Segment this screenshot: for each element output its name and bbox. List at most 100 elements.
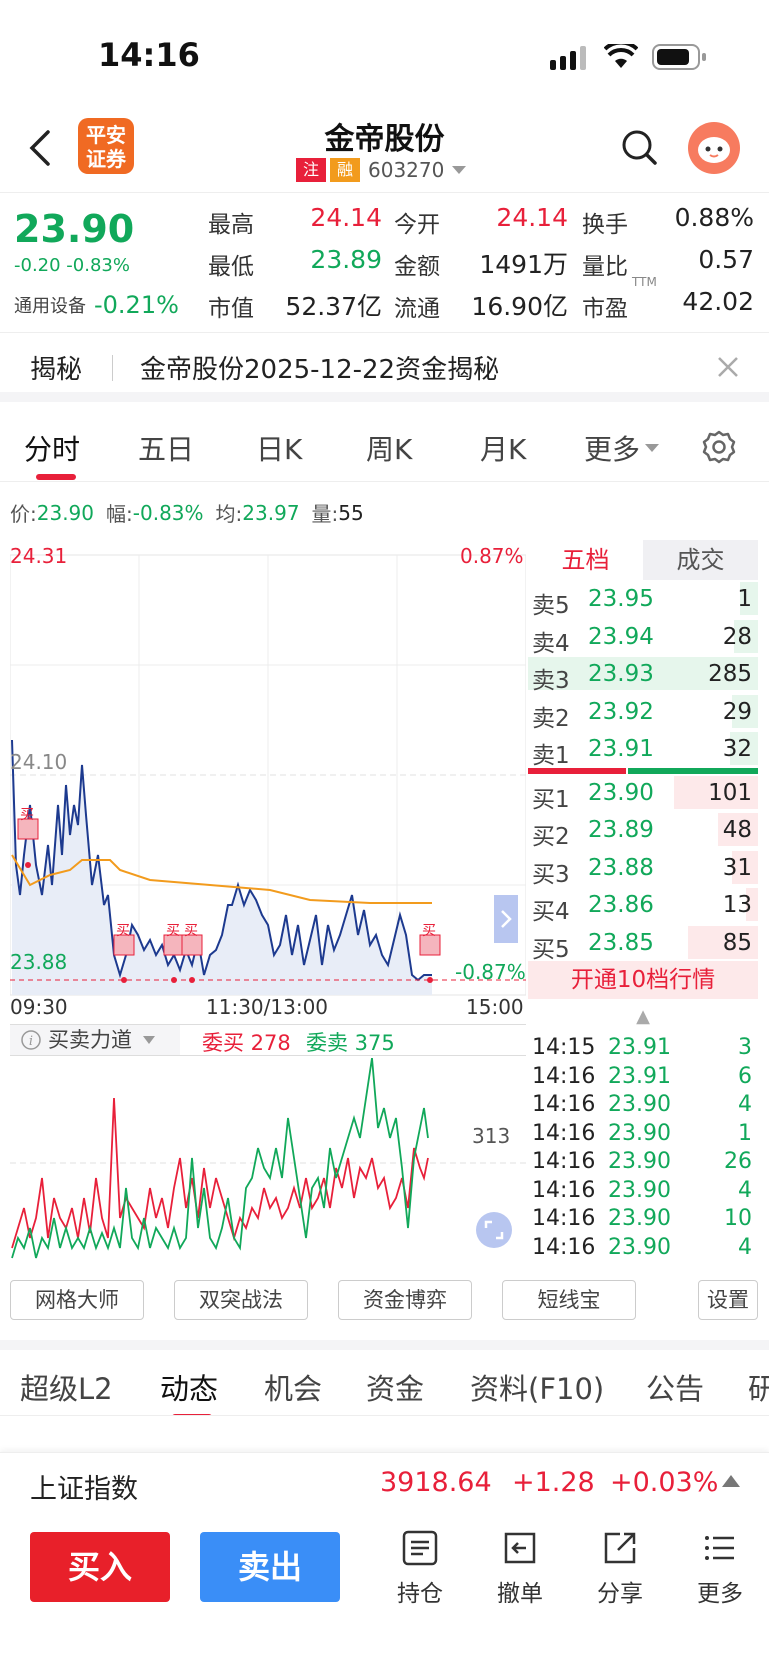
- tab-five-levels[interactable]: 五档: [528, 540, 643, 580]
- indicator-selector[interactable]: i 买卖力道: [10, 1025, 180, 1055]
- chevron-down-icon: [645, 444, 660, 452]
- tab-intraday[interactable]: 分时: [24, 428, 80, 468]
- market-cap-label: 市值: [208, 296, 254, 322]
- more-button[interactable]: 更多: [680, 1528, 760, 1608]
- period-tabs: 分时 五日 日K 周K 月K 更多: [0, 412, 769, 482]
- ask-volume: 28: [722, 623, 752, 650]
- cancel-order-button[interactable]: 撤单: [480, 1528, 560, 1608]
- search-icon[interactable]: [620, 128, 658, 166]
- info-icon[interactable]: i: [20, 1029, 42, 1051]
- double-breakout-button[interactable]: 双突战法: [174, 1280, 308, 1320]
- bid-price: 23.90: [588, 779, 654, 806]
- fullscreen-button[interactable]: [476, 1212, 512, 1248]
- tab-weekly-k[interactable]: 周K: [366, 428, 412, 468]
- fund-game-button[interactable]: 资金博弈: [338, 1280, 472, 1320]
- price-change: -0.20 -0.83%: [14, 255, 130, 276]
- tab-trades[interactable]: 成交: [643, 540, 758, 580]
- bid-label: 买3: [532, 861, 570, 888]
- menu-icon: [705, 1536, 734, 1560]
- indicator-header: i 买卖力道 委买 278 委卖 375: [10, 1024, 526, 1056]
- trade-row: 14:16 23.90 4: [528, 1178, 758, 1207]
- float-cap-label: 流通: [394, 296, 440, 322]
- battery-icon: [652, 44, 706, 70]
- tab-more[interactable]: 更多: [584, 428, 660, 468]
- tab-more-label: 更多: [584, 433, 641, 466]
- upgrade-10-level-button[interactable]: 开通10档行情: [528, 961, 758, 999]
- buy-button[interactable]: 买入: [30, 1532, 170, 1602]
- average-label: 均:: [215, 502, 243, 526]
- tab-daily-k[interactable]: 日K: [256, 428, 302, 468]
- trade-volume: 4: [738, 1177, 752, 1203]
- reveal-banner[interactable]: 揭秘 金帝股份2025-12-22资金揭秘: [0, 332, 769, 402]
- index-ticker-bar[interactable]: 上证指数 3918.64 +1.28 +0.03%: [0, 1452, 769, 1514]
- volume-ratio-value: 0.57: [698, 245, 754, 274]
- pct-axis-bottom: -0.87%: [455, 960, 526, 984]
- section-tabs: 超级L2 动态 机会 资金 资料(F10) 公告 研: [0, 1340, 769, 1416]
- trade-volume: 26: [724, 1149, 752, 1174]
- buy-marker-label: 买: [184, 923, 198, 939]
- scroll-up-icon[interactable]: ▲: [528, 999, 758, 1035]
- short-term-button[interactable]: 短线宝: [502, 1280, 636, 1320]
- bid-volume: 13: [722, 892, 752, 918]
- trade-price: 23.90: [608, 1092, 671, 1117]
- bid-price: 23.89: [588, 817, 654, 843]
- ask-row: 卖2 23.92 29: [528, 693, 758, 732]
- trade-volume: 4: [738, 1092, 752, 1117]
- ask-price: 23.93: [588, 661, 654, 687]
- trade-row: 14:16 23.90 1: [528, 1121, 758, 1150]
- bid-ask-force-chart: [10, 1058, 526, 1259]
- trade-row: 14:16 23.91 6: [528, 1064, 758, 1093]
- expand-handle[interactable]: [494, 895, 518, 943]
- trade-time: 14:15: [532, 1035, 596, 1060]
- trade-price: 23.90: [608, 1149, 671, 1174]
- tab-research[interactable]: 研: [748, 1366, 769, 1408]
- trade-row: 14:15 23.91 3: [528, 1035, 758, 1064]
- grid-master-button[interactable]: 网格大师: [10, 1280, 144, 1320]
- trade-row: 14:16 23.90 4: [528, 1092, 758, 1121]
- assistant-avatar[interactable]: [688, 122, 740, 174]
- orderbook-tabs: 五档 成交: [528, 540, 758, 580]
- share-button[interactable]: 分享: [580, 1528, 660, 1608]
- bid-force-line: [11, 1097, 429, 1249]
- tools-settings-button[interactable]: 设置: [698, 1280, 758, 1320]
- banner-tag: 揭秘: [30, 355, 83, 385]
- tab-super-l2[interactable]: 超级L2: [20, 1366, 113, 1408]
- amount-label: 金额: [394, 254, 440, 280]
- trade-price: 23.90: [608, 1206, 671, 1231]
- tab-five-day[interactable]: 五日: [138, 428, 194, 468]
- active-tab-indicator: [172, 1414, 212, 1415]
- index-change-pct: +0.03%: [610, 1467, 719, 1498]
- status-bar: 14:16: [0, 0, 769, 110]
- stock-code-selector[interactable]: 注 融 603270: [296, 158, 468, 182]
- gear-icon[interactable]: [702, 430, 736, 464]
- buy-marker-label: 买: [20, 807, 34, 823]
- tab-opportunities[interactable]: 机会: [264, 1366, 322, 1408]
- close-icon[interactable]: [716, 355, 740, 379]
- trade-time: 14:16: [532, 1063, 596, 1089]
- price-label: 价:: [10, 502, 37, 526]
- amplitude-label: 幅:: [106, 502, 133, 526]
- trade-time: 14:16: [532, 1092, 596, 1117]
- tab-announcements[interactable]: 公告: [646, 1366, 704, 1408]
- ask-force-line: [11, 1058, 429, 1259]
- registration-badge: 注: [296, 158, 326, 182]
- bid-volume: 85: [722, 929, 752, 956]
- positions-button[interactable]: 持仓: [380, 1528, 460, 1608]
- high-value: 24.14: [310, 203, 382, 232]
- trade-volume: 3: [738, 1035, 752, 1060]
- tab-monthly-k[interactable]: 月K: [480, 428, 526, 468]
- cellular-signal-icon: [550, 46, 586, 70]
- tab-f10[interactable]: 资料(F10): [470, 1366, 604, 1408]
- banner-text: 金帝股份2025-12-22资金揭秘: [140, 355, 500, 385]
- tab-funds[interactable]: 资金: [366, 1366, 424, 1408]
- expand-up-icon[interactable]: [722, 1475, 740, 1487]
- sell-button[interactable]: 卖出: [200, 1532, 340, 1602]
- intraday-chart[interactable]: [10, 540, 526, 1025]
- time-mid: 11:30/13:00: [206, 995, 329, 1019]
- ask-price: 23.91: [588, 736, 654, 762]
- stock-code: 603270: [368, 158, 445, 182]
- sector-info[interactable]: 通用设备 -0.21%: [14, 291, 179, 319]
- tab-news[interactable]: 动态: [160, 1366, 218, 1408]
- volume-ratio-label: 量比: [582, 254, 628, 280]
- high-label: 最高: [208, 212, 254, 238]
